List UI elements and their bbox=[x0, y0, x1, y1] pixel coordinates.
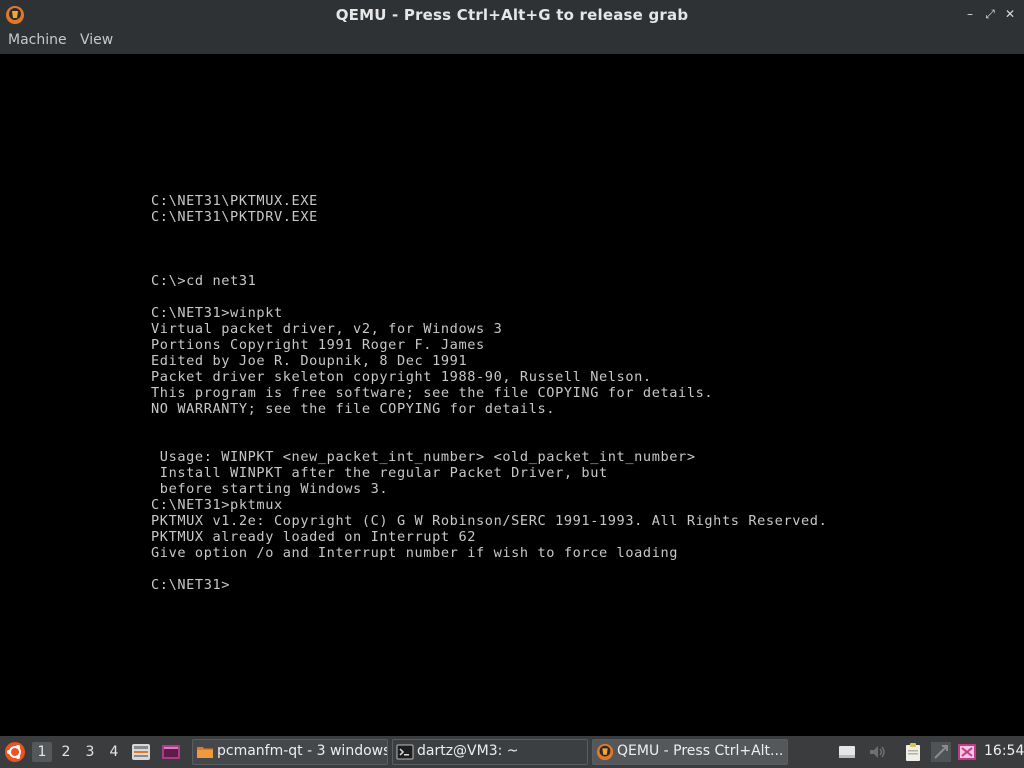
console-line: Portions Copyright 1991 Roger F. James bbox=[151, 337, 485, 353]
close-button[interactable]: ✕ bbox=[1002, 6, 1018, 22]
dos-console-output: C:\NET31\PKTMUX.EXE C:\NET31\PKTDRV.EXE C… bbox=[151, 193, 827, 593]
console-line: Give option /o and Interrupt number if w… bbox=[151, 545, 679, 561]
task-pcmanfm-label: pcmanfm-qt - 3 windows bbox=[217, 743, 388, 759]
task-pcmanfm[interactable]: pcmanfm-qt - 3 windows bbox=[192, 739, 388, 765]
console-line: C:\NET31>pktmux bbox=[151, 497, 283, 513]
console-line: PKTMUX already loaded on Interrupt 62 bbox=[151, 529, 477, 545]
notes-tray-icon[interactable] bbox=[836, 741, 858, 763]
menu-bar: Machine View bbox=[0, 30, 1024, 54]
menu-machine[interactable]: Machine bbox=[8, 32, 67, 48]
menu-view[interactable]: View bbox=[80, 32, 113, 48]
desktop-4-button[interactable]: 4 bbox=[104, 742, 124, 762]
task-terminal-label: dartz@VM3: ~ bbox=[417, 743, 519, 759]
console-line: This program is free software; see the f… bbox=[151, 385, 714, 401]
volume-icon[interactable] bbox=[866, 741, 888, 763]
console-line: Edited by Joe R. Doupnik, 8 Dec 1991 bbox=[151, 353, 468, 369]
window-title: QEMU - Press Ctrl+Alt+G to release grab bbox=[335, 6, 689, 24]
file-manager-launcher-icon[interactable] bbox=[130, 741, 152, 763]
minimize-button[interactable]: – bbox=[962, 6, 978, 22]
task-qemu[interactable]: QEMU - Press Ctrl+Alt... bbox=[592, 739, 788, 765]
network-icon[interactable] bbox=[930, 741, 952, 763]
desktop-1-button[interactable]: 1 bbox=[32, 742, 52, 762]
console-line: NO WARRANTY; see the file COPYING for de… bbox=[151, 401, 556, 417]
console-line: C:\>cd net31 bbox=[151, 273, 257, 289]
console-line: Virtual packet driver, v2, for Windows 3 bbox=[151, 321, 503, 337]
console-line: before starting Windows 3. bbox=[151, 481, 389, 497]
clipboard-icon[interactable] bbox=[902, 741, 924, 763]
console-line: C:\NET31\PKTMUX.EXE bbox=[151, 193, 318, 209]
ubuntu-logo-icon[interactable] bbox=[4, 741, 26, 763]
console-line: C:\NET31> bbox=[151, 577, 231, 593]
qemu-icon bbox=[596, 743, 614, 761]
desktop-2-button[interactable]: 2 bbox=[56, 742, 76, 762]
console-line: PKTMUX v1.2e: Copyright (C) G W Robinson… bbox=[151, 513, 828, 529]
task-qemu-label: QEMU - Press Ctrl+Alt... bbox=[617, 743, 784, 759]
console-line: Packet driver skeleton copyright 1988-90… bbox=[151, 369, 652, 385]
maximize-button[interactable]: ⤢ bbox=[982, 6, 998, 22]
taskbar: 1 2 3 4 pcmanfm-qt - 3 windows dartz@VM3… bbox=[0, 736, 1024, 768]
clock: 16:54 bbox=[984, 743, 1024, 759]
task-terminal[interactable]: dartz@VM3: ~ bbox=[392, 739, 588, 765]
console-line: C:\NET31\PKTDRV.EXE bbox=[151, 209, 318, 225]
window-switcher-icon[interactable] bbox=[160, 741, 182, 763]
vm-display[interactable]: C:\NET31\PKTMUX.EXE C:\NET31\PKTDRV.EXE C… bbox=[0, 54, 1024, 736]
console-line: Install WINPKT after the regular Packet … bbox=[151, 465, 608, 481]
desktop-3-button[interactable]: 3 bbox=[80, 742, 100, 762]
terminal-icon bbox=[396, 744, 414, 760]
console-line: Usage: WINPKT <new_packet_int_number> <o… bbox=[151, 449, 696, 465]
folder-icon bbox=[197, 747, 213, 758]
screenshot-tool-icon[interactable] bbox=[956, 741, 978, 763]
window-titlebar[interactable]: QEMU - Press Ctrl+Alt+G to release grab … bbox=[0, 0, 1024, 30]
console-line: C:\NET31>winpkt bbox=[151, 305, 283, 321]
